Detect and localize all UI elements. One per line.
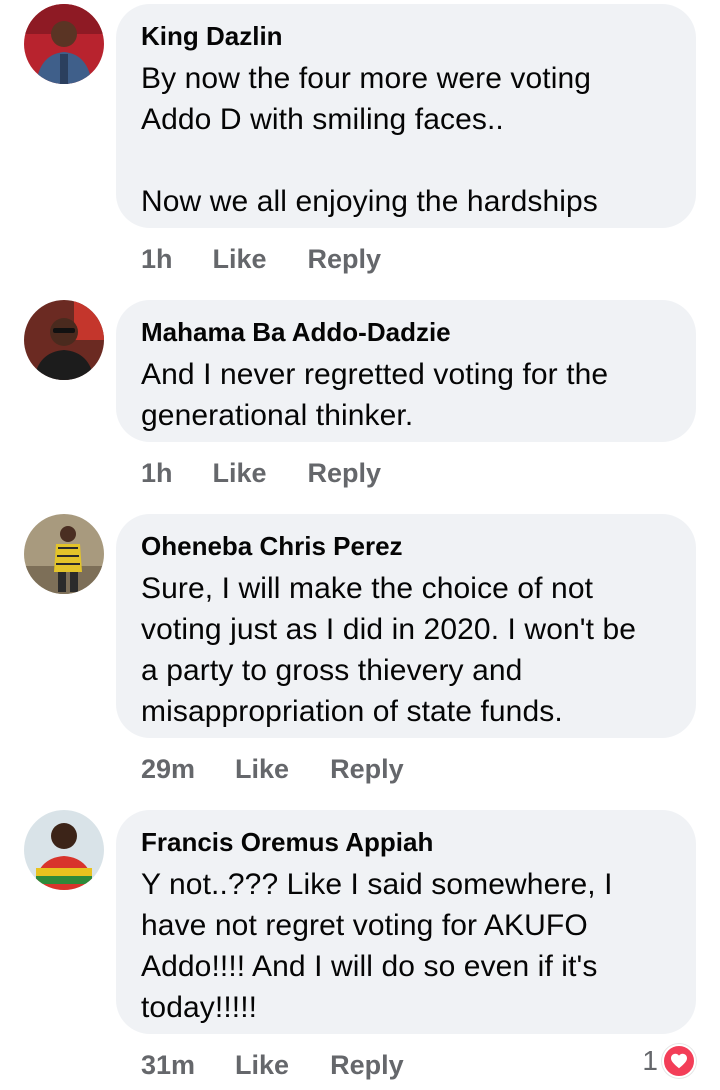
heart-icon xyxy=(662,1044,696,1078)
comment-bubble: Oheneba Chris Perez Sure, I will make th… xyxy=(116,514,696,738)
comment-text: By now the four more were voting Addo D … xyxy=(141,62,598,218)
like-button[interactable]: Like xyxy=(235,1050,289,1081)
comment-actions: 1h Like Reply xyxy=(141,456,381,490)
comment-author[interactable]: Oheneba Chris Perez xyxy=(141,530,671,562)
like-button[interactable]: Like xyxy=(213,458,267,489)
comment-text: Y not..??? Like I said somewhere, I have… xyxy=(141,868,613,1024)
comment-author[interactable]: Mahama Ba Addo-Dadzie xyxy=(141,316,671,348)
reply-button[interactable]: Reply xyxy=(308,244,382,275)
comment-bubble: Mahama Ba Addo-Dadzie And I never regret… xyxy=(116,300,696,442)
reply-button[interactable]: Reply xyxy=(308,458,382,489)
comment-actions: 29m Like Reply xyxy=(141,752,404,786)
comment-timestamp[interactable]: 1h xyxy=(141,244,173,275)
comment-bubble: Francis Oremus Appiah Y not..??? Like I … xyxy=(116,810,696,1034)
comment-actions: 1h Like Reply xyxy=(141,242,381,276)
avatar[interactable] xyxy=(24,514,104,594)
comment-text: And I never regretted voting for the gen… xyxy=(141,358,609,432)
comment-timestamp[interactable]: 29m xyxy=(141,754,195,785)
comment-bubble: King Dazlin By now the four more were vo… xyxy=(116,4,696,228)
comment-timestamp[interactable]: 31m xyxy=(141,1050,195,1081)
comment-author[interactable]: King Dazlin xyxy=(141,20,671,52)
avatar[interactable] xyxy=(24,4,104,84)
reply-button[interactable]: Reply xyxy=(330,1050,404,1081)
like-button[interactable]: Like xyxy=(213,244,267,275)
comment-timestamp[interactable]: 1h xyxy=(141,458,173,489)
like-button[interactable]: Like xyxy=(235,754,289,785)
comment-author[interactable]: Francis Oremus Appiah xyxy=(141,826,671,858)
reaction-summary[interactable]: 1 xyxy=(642,1044,696,1078)
comment-actions: 31m Like Reply xyxy=(141,1048,404,1082)
reaction-count: 1 xyxy=(642,1045,658,1076)
avatar[interactable] xyxy=(24,300,104,380)
avatar[interactable] xyxy=(24,810,104,890)
reply-button[interactable]: Reply xyxy=(330,754,404,785)
comment-text: Sure, I will make the choice of not voti… xyxy=(141,572,637,728)
